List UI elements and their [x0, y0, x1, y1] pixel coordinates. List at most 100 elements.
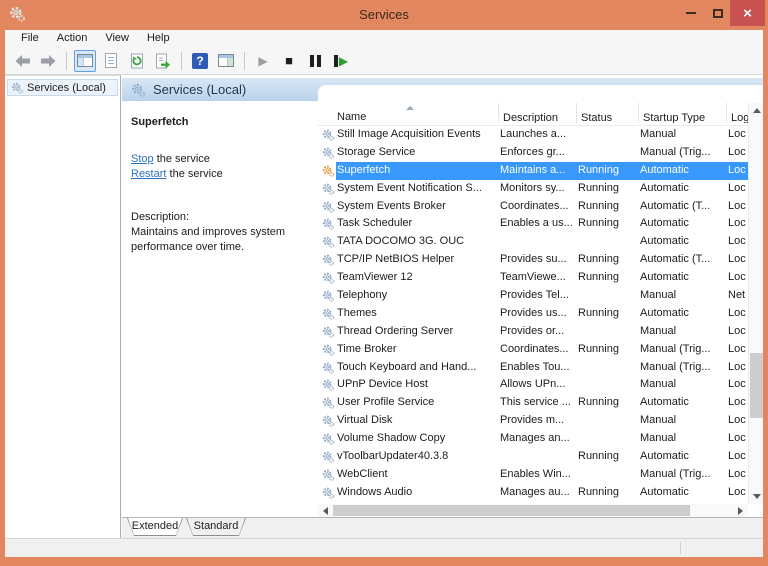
service-description: Enables a us...: [500, 217, 573, 230]
service-startup-type: Manual (Trig...: [640, 360, 711, 373]
service-description: Provides or...: [500, 324, 565, 337]
pause-service-button[interactable]: [304, 50, 326, 72]
menu-file[interactable]: File: [12, 30, 48, 47]
close-button[interactable]: ×: [730, 0, 765, 26]
horizontal-scrollbar[interactable]: [318, 504, 763, 517]
tab-extended[interactable]: Extended: [127, 518, 183, 536]
service-description: Allows UPn...: [500, 378, 566, 391]
tab-standard[interactable]: Standard: [186, 518, 246, 536]
pause-icon: [309, 54, 321, 67]
service-name: System Event Notification S...: [337, 181, 482, 194]
tree-item-services-local[interactable]: Services (Local): [7, 79, 118, 96]
table-row[interactable]: Time Broker Coordinates... Running Manua…: [318, 341, 748, 359]
table-row[interactable]: System Events Broker Coordinates... Runn…: [318, 198, 748, 216]
table-row[interactable]: Windows Audio Manages au... Running Auto…: [318, 484, 748, 502]
back-button[interactable]: [11, 50, 33, 72]
menu-view[interactable]: View: [96, 30, 138, 47]
service-logon: Loc: [728, 485, 746, 498]
maximize-button[interactable]: [706, 0, 730, 26]
service-gear-icon: [322, 323, 336, 341]
service-name: vToolbarUpdater40.3.8: [337, 450, 449, 463]
table-row[interactable]: Storage Service Enforces gr... Manual (T…: [318, 144, 748, 162]
table-row[interactable]: Still Image Acquisition Events Launches …: [318, 126, 748, 144]
table-row[interactable]: Telephony Provides Tel... Manual Net: [318, 287, 748, 305]
horizontal-scrollbar-thumb[interactable]: [333, 505, 690, 516]
service-name: Thread Ordering Server: [337, 324, 454, 337]
table-row[interactable]: TCP/IP NetBIOS Helper Provides su... Run…: [318, 251, 748, 269]
tab-standard-label: Standard: [187, 518, 245, 535]
service-startup-type: Automatic: [640, 181, 689, 194]
forward-button[interactable]: [37, 50, 59, 72]
vertical-scrollbar-thumb[interactable]: [750, 353, 763, 418]
show-action-pane-button[interactable]: [215, 50, 237, 72]
table-row[interactable]: Touch Keyboard and Hand... Enables Tou..…: [318, 359, 748, 377]
service-status: Running: [578, 342, 619, 355]
vertical-scrollbar[interactable]: [748, 103, 763, 504]
menu-help[interactable]: Help: [138, 30, 179, 47]
table-row[interactable]: Thread Ordering Server Provides or... Ma…: [318, 323, 748, 341]
table-row[interactable]: Task Scheduler Enables a us... Running A…: [318, 215, 748, 233]
service-gear-icon: [322, 412, 336, 430]
service-logon: Loc: [728, 128, 746, 140]
service-logon: Loc: [728, 253, 746, 266]
column-header-startup-type[interactable]: Startup Type: [638, 103, 726, 123]
tree-item-label: Services (Local): [27, 81, 106, 94]
services-view: Services (Local) Superfetch Stop the ser…: [122, 75, 763, 538]
service-startup-type: Automatic: [640, 450, 689, 463]
service-action-links: Stop the service Restart the service: [131, 152, 302, 182]
show-console-tree-button[interactable]: [74, 49, 96, 72]
help-button[interactable]: ?: [189, 50, 211, 72]
table-row[interactable]: TATA DOCOMO 3G. OUC Automatic Loc: [318, 233, 748, 251]
service-gear-icon: [322, 359, 336, 377]
service-status: Running: [578, 217, 619, 230]
service-name: Telephony: [337, 289, 388, 302]
stop-service-link[interactable]: Stop: [131, 153, 154, 165]
service-name: Still Image Acquisition Events: [337, 128, 481, 140]
service-startup-type: Manual: [640, 324, 677, 337]
service-startup-type: Automatic (T...: [640, 253, 711, 266]
extended-info-panel: Superfetch Stop the service Restart the …: [122, 101, 318, 517]
properties-button[interactable]: [100, 50, 122, 72]
service-logon: Loc: [728, 235, 746, 248]
start-service-button[interactable]: ▶: [252, 50, 274, 72]
table-row[interactable]: User Profile Service This service ... Ru…: [318, 394, 748, 412]
service-status: Running: [578, 450, 619, 463]
scroll-down-button[interactable]: [749, 489, 763, 504]
column-header-description[interactable]: Description: [498, 103, 574, 123]
service-description: Coordinates...: [500, 199, 569, 212]
column-header-status[interactable]: Status: [576, 103, 636, 123]
service-name: User Profile Service: [337, 396, 435, 409]
scroll-left-button[interactable]: [318, 504, 333, 517]
properties-icon: [105, 53, 117, 68]
table-row[interactable]: Volume Shadow Copy Manages an... Manual …: [318, 430, 748, 448]
menu-action[interactable]: Action: [48, 30, 97, 47]
table-row[interactable]: Virtual Disk Provides m... Manual Loc: [318, 412, 748, 430]
column-header-log-on-as[interactable]: Log: [726, 103, 750, 123]
export-list-button[interactable]: [152, 50, 174, 72]
table-row[interactable]: Themes Provides us... Running Automatic …: [318, 305, 748, 323]
minimize-button[interactable]: [680, 0, 702, 26]
table-row[interactable]: UPnP Device Host Allows UPn... Manual Lo…: [318, 376, 748, 394]
scroll-up-button[interactable]: [749, 103, 763, 118]
service-logon: Loc: [728, 163, 746, 176]
restart-service-button[interactable]: ▶: [330, 50, 352, 72]
refresh-button[interactable]: [126, 50, 148, 72]
stop-service-button[interactable]: ■: [278, 50, 300, 72]
table-row[interactable]: System Event Notification S... Monitors …: [318, 180, 748, 198]
table-row[interactable]: WebClient Enables Win... Manual (Trig...…: [318, 466, 748, 484]
table-row[interactable]: TeamViewer 12 TeamViewe... Running Autom…: [318, 269, 748, 287]
service-startup-type: Automatic: [640, 235, 689, 248]
service-startup-type: Manual: [640, 432, 677, 445]
play-icon: ▶: [258, 53, 268, 68]
service-status: Running: [578, 181, 619, 194]
selected-service-name: Superfetch: [131, 116, 189, 128]
table-row[interactable]: vToolbarUpdater40.3.8 Running Automatic …: [318, 448, 748, 466]
restart-service-link[interactable]: Restart: [131, 168, 166, 180]
scroll-right-button[interactable]: [733, 504, 748, 517]
titlebar: Services ×: [0, 0, 768, 30]
table-row[interactable]: Superfetch Maintains a... Running Automa…: [318, 161, 748, 180]
service-description: Maintains a...: [500, 163, 566, 176]
chevron-down-icon: [752, 494, 761, 499]
column-header-name[interactable]: Name: [337, 111, 497, 123]
service-status: Running: [578, 485, 619, 498]
